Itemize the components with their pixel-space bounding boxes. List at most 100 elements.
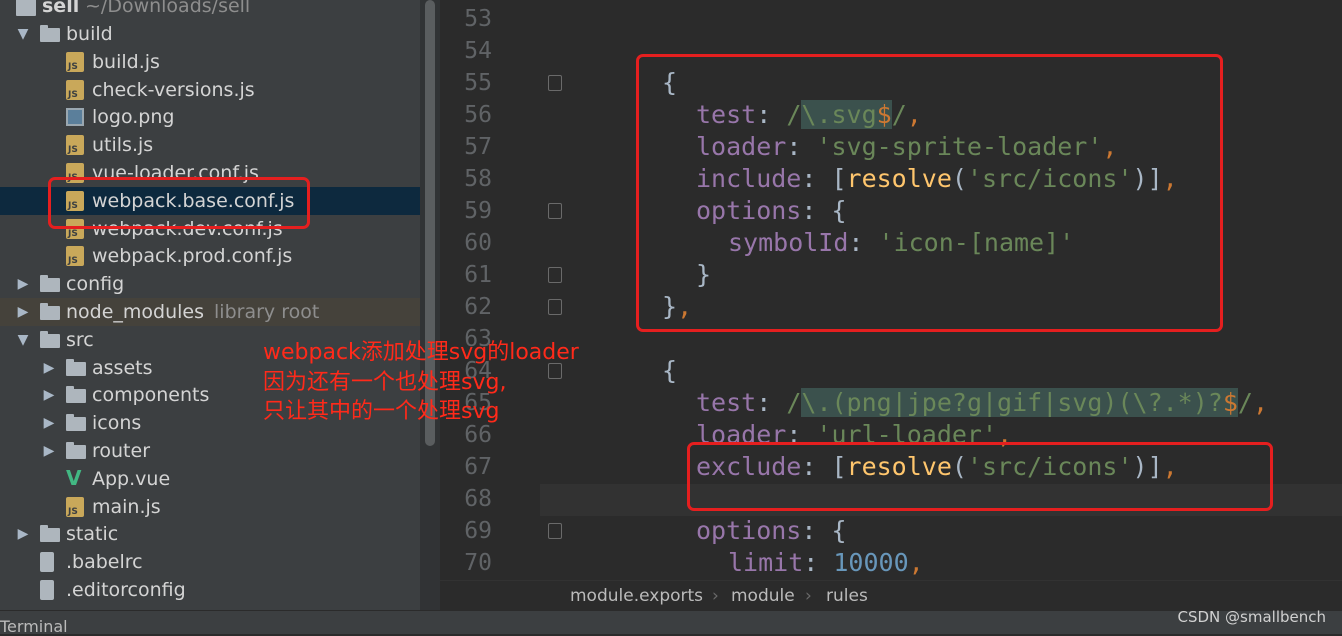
line-number: 53: [464, 6, 492, 32]
chevron-right-icon[interactable]: ▶: [16, 270, 30, 298]
tree-item[interactable]: JS main.js: [0, 493, 420, 521]
tree-item[interactable]: ▶ config: [0, 270, 420, 298]
project-name: sell: [42, 0, 80, 17]
tree-item[interactable]: JS check-versions.js: [0, 76, 420, 104]
annotation-text-line1: webpack添加处理svg的loader: [263, 340, 579, 365]
folder-icon: [40, 303, 60, 320]
folder-icon: [40, 275, 60, 293]
config-file-icon: [40, 580, 54, 600]
config-file-icon: [40, 552, 54, 573]
folder-icon: [40, 25, 60, 42]
project-path: ~/Downloads/sell: [85, 0, 251, 17]
tree-item-label: build: [66, 23, 113, 45]
folder-icon: [40, 330, 60, 348]
folder-icon: [16, 0, 36, 16]
breadcrumb-item-rules[interactable]: rules: [826, 581, 868, 611]
annotation-text-line2: 因为还有一个也处理svg,: [263, 370, 507, 395]
folder-icon: [66, 386, 86, 404]
tree-item[interactable]: V App.vue: [0, 465, 420, 493]
line-number: 61: [464, 262, 492, 288]
chevron-down-icon[interactable]: ▼: [16, 20, 30, 48]
tree-item-label: config: [66, 273, 125, 296]
line-number: 57: [464, 134, 492, 160]
terminal-tab[interactable]: Terminal: [0, 617, 68, 636]
tree-item-label: App.vue: [92, 467, 171, 490]
tree-item[interactable]: .editorconfig: [0, 576, 420, 604]
chevron-right-icon[interactable]: ▶: [42, 354, 56, 382]
vue-file-icon: V: [66, 465, 82, 490]
line-number: 67: [464, 454, 492, 480]
line-number: 69: [464, 518, 492, 544]
line-number: 68: [464, 486, 492, 512]
breadcrumb-separator-icon: ›: [805, 586, 812, 606]
tree-item[interactable]: JS build.js: [0, 48, 420, 76]
tree-item[interactable]: JS utils.js: [0, 131, 420, 159]
breadcrumb-item-module[interactable]: module: [731, 581, 795, 611]
tree-item[interactable]: ▶ router: [0, 437, 420, 465]
js-file-icon: JS: [66, 51, 84, 72]
code-line-70: limit: 10000,: [728, 548, 924, 577]
image-file-icon: [66, 108, 84, 127]
tree-item[interactable]: ▶ node_modules library root: [0, 298, 420, 326]
breadcrumb-item-module-exports[interactable]: module.exports: [570, 581, 703, 611]
tree-item-label: .babelrc: [66, 551, 143, 574]
tree-item-label: check-versions.js: [92, 78, 255, 101]
js-file-icon: JS: [66, 496, 84, 517]
fold-marker-icon[interactable]: [548, 75, 562, 91]
annotation-box-file: [48, 177, 310, 229]
js-file-icon: JS: [66, 79, 84, 100]
tree-item-label: static: [66, 523, 119, 546]
breadcrumb-separator-icon: ›: [712, 586, 719, 606]
tree-item-label: .editorconfig: [66, 579, 186, 601]
line-number: 58: [464, 166, 492, 192]
fold-marker-icon[interactable]: [548, 267, 562, 283]
folder-icon: [40, 525, 60, 543]
tree-item-label: main.js: [92, 495, 161, 518]
js-file-icon: JS: [66, 135, 84, 156]
tree-item-label: icons: [92, 412, 142, 435]
tree-item-label: utils.js: [92, 134, 154, 157]
code-line-64: {: [662, 356, 678, 385]
project-root[interactable]: sell ~/Downloads/sell: [0, 0, 420, 20]
code-line-69: options: {: [696, 516, 847, 545]
folder-icon: [66, 414, 86, 432]
annotation-box-exclude: [687, 442, 1273, 511]
line-number: 60: [464, 230, 492, 256]
tree-item-label: build.js: [92, 50, 160, 73]
chevron-down-icon[interactable]: ▼: [16, 326, 30, 354]
tree-item-label: src: [66, 328, 94, 351]
tree-item-label: components: [92, 384, 210, 407]
folder-icon: [66, 442, 86, 459]
tree-item[interactable]: JS webpack.prod.conf.js: [0, 242, 420, 270]
annotation-text-line3: 只让其中的一个处理svg: [263, 399, 500, 424]
fold-marker-icon[interactable]: [548, 523, 562, 539]
tree-item-sublabel: library root: [214, 301, 320, 323]
tree-item-label: assets: [92, 356, 153, 379]
line-number: 70: [464, 550, 492, 576]
project-tree: sell ~/Downloads/sell ▼ build JS build.js JS…: [0, 0, 420, 610]
tree-item-label: webpack.prod.conf.js: [92, 245, 293, 268]
watermark: CSDN @smallbench: [1177, 608, 1327, 626]
tree-item-label: router: [92, 440, 151, 462]
chevron-right-icon[interactable]: ▶: [42, 437, 56, 465]
line-number: 55: [464, 70, 492, 96]
tree-item[interactable]: .babelrc: [0, 548, 420, 576]
tree-item-label: logo.png: [92, 106, 175, 129]
folder-icon: [66, 358, 86, 376]
fold-marker-icon[interactable]: [548, 299, 562, 315]
tree-item[interactable]: logo.png: [0, 103, 420, 131]
tree-item-label: node_modules library root: [66, 301, 320, 323]
tree-item[interactable]: ▼ build: [0, 20, 420, 48]
code-line-65: test: /\.(png|jpe?g|gif|svg)(\?.*)?$/,: [696, 388, 1269, 417]
chevron-right-icon[interactable]: ▶: [16, 520, 30, 548]
chevron-right-icon[interactable]: ▶: [16, 298, 30, 326]
line-number: 62: [464, 294, 492, 320]
chevron-right-icon[interactable]: ▶: [42, 409, 56, 437]
annotation-box-svg-loader: [636, 54, 1223, 332]
tree-item[interactable]: ▶ static: [0, 520, 420, 548]
js-file-icon: JS: [66, 246, 84, 267]
line-number: 54: [464, 38, 492, 64]
fold-marker-icon[interactable]: [548, 203, 562, 219]
terminal-toolbar: Terminal: [0, 610, 1342, 636]
chevron-right-icon[interactable]: ▶: [42, 381, 56, 409]
